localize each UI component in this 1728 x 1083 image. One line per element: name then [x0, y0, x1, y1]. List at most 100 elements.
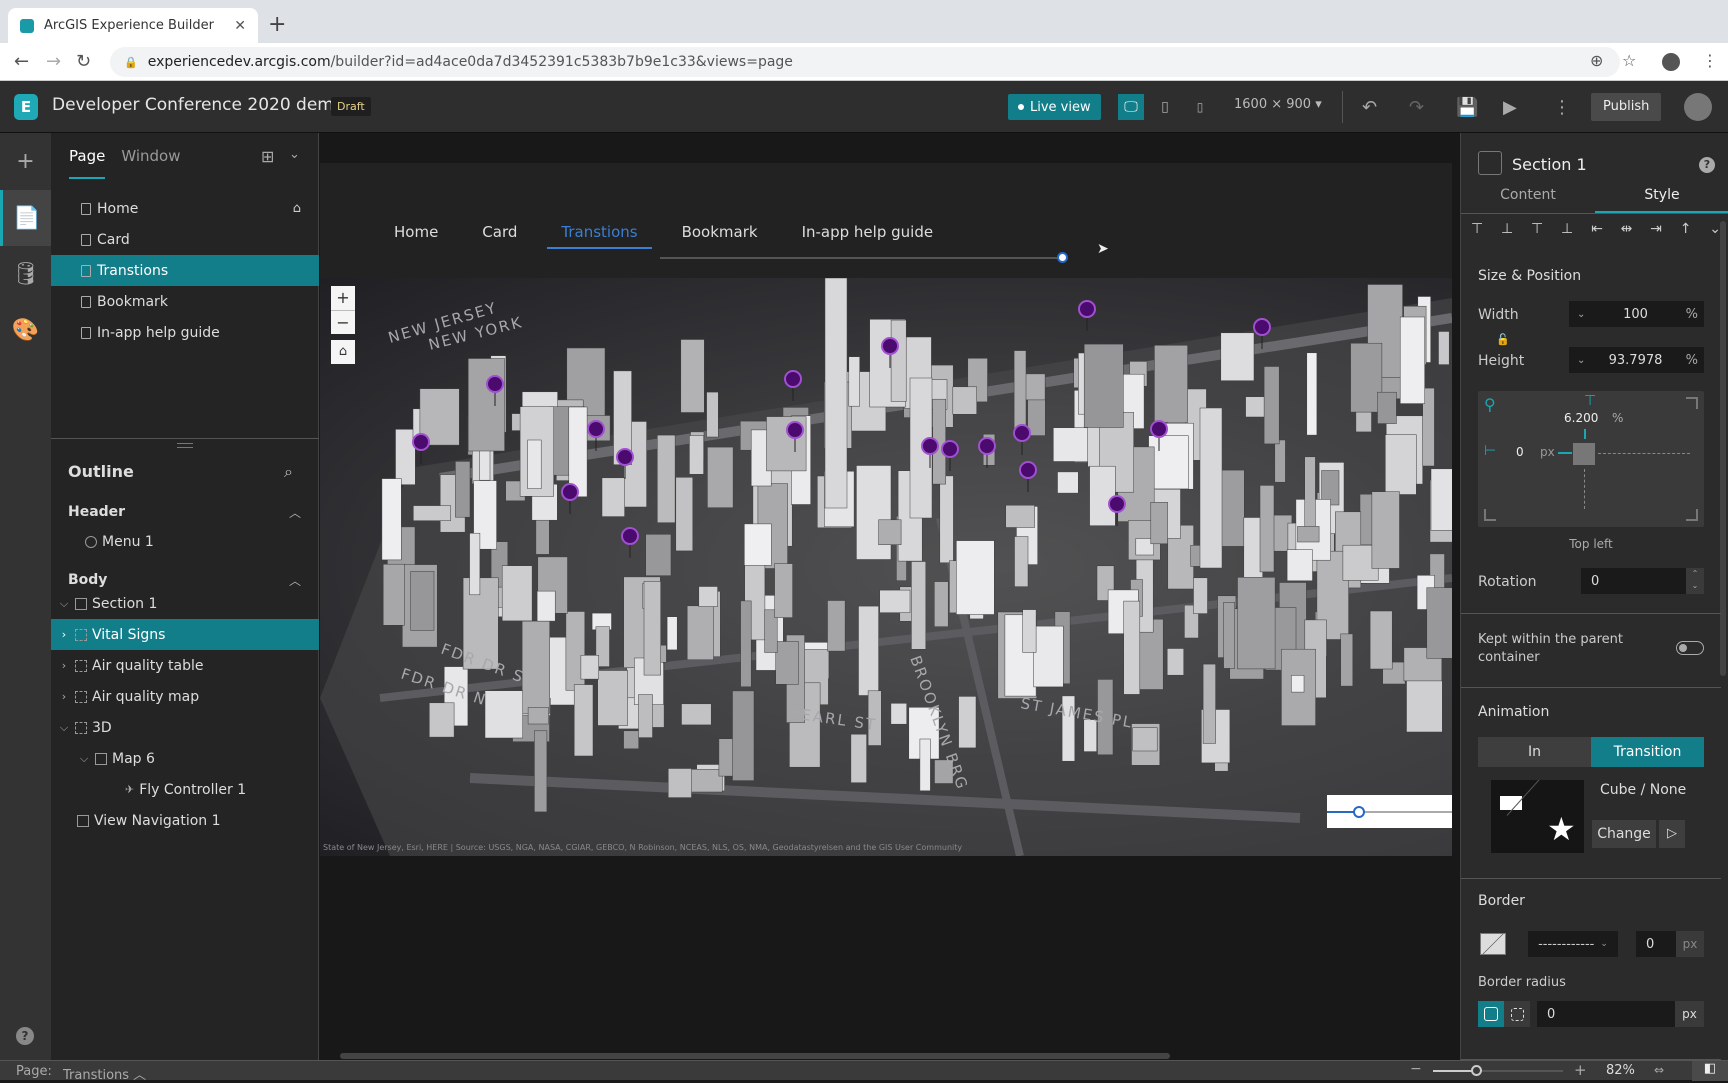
page-icon[interactable]: 📄: [0, 190, 51, 246]
border-width-input[interactable]: 0: [1636, 931, 1676, 957]
align-middle-icon[interactable]: ⊥: [1501, 221, 1513, 237]
home-view-button[interactable]: ⌂: [331, 340, 355, 364]
distribute-vertical-icon[interactable]: ⊥: [1561, 221, 1573, 237]
chevron-right-icon[interactable]: ›: [55, 690, 73, 703]
new-tab-button[interactable]: +: [268, 12, 286, 37]
browser-menu-icon[interactable]: ⋮: [1702, 51, 1718, 70]
rotation-stepper[interactable]: ⌃ ⌄: [1686, 568, 1704, 594]
nav-card[interactable]: Card: [468, 223, 531, 249]
zoom-in-icon[interactable]: +: [1574, 1061, 1587, 1079]
tab-window[interactable]: Window: [121, 147, 180, 179]
add-page-icon[interactable]: ⊞: [261, 147, 274, 166]
kept-within-toggle[interactable]: [1676, 641, 1704, 655]
close-tab-icon[interactable]: ✕: [234, 18, 246, 34]
save-icon[interactable]: 💾: [1456, 97, 1478, 118]
outline-item-air-quality-map[interactable]: › Air quality map: [51, 681, 319, 712]
search-icon[interactable]: ⌕: [284, 462, 293, 482]
nav-bookmark[interactable]: Bookmark: [668, 223, 772, 249]
anchor-pin-icon[interactable]: ⚲: [1484, 395, 1496, 414]
slider-thumb[interactable]: [1353, 806, 1365, 818]
panel-splitter[interactable]: [51, 438, 319, 439]
page-item-card[interactable]: Card: [51, 224, 319, 255]
fly-controller-slider[interactable]: [1327, 795, 1452, 828]
zoom-lens-icon[interactable]: ⊕: [1590, 51, 1603, 70]
rotation-input[interactable]: 0 ⌃ ⌄: [1581, 568, 1704, 594]
help-icon[interactable]: ?: [1699, 157, 1715, 173]
chevron-up-icon[interactable]: ︿: [289, 572, 301, 589]
more-options-icon[interactable]: ⋮: [1553, 97, 1571, 118]
nav-help-guide[interactable]: In-app help guide: [788, 223, 947, 249]
chevron-right-icon[interactable]: ›: [55, 628, 73, 641]
corner-top-right[interactable]: [1686, 397, 1698, 409]
help-icon[interactable]: ?: [16, 1027, 34, 1045]
chevron-down-icon[interactable]: ⌵: [55, 597, 73, 611]
zoom-slider-thumb[interactable]: [1471, 1065, 1482, 1076]
chevron-up-icon[interactable]: ︿: [289, 504, 301, 521]
live-view-button[interactable]: Live view: [1008, 94, 1101, 120]
align-bottom-icon[interactable]: ⊤: [1531, 221, 1543, 237]
aspect-lock-icon[interactable]: 🔓: [1496, 333, 1510, 346]
animation-in-button[interactable]: In: [1478, 737, 1591, 767]
outline-item-3d[interactable]: ⌵ 3D: [51, 712, 319, 743]
section-view-slider-thumb[interactable]: [1057, 252, 1068, 263]
tablet-view-button[interactable]: ▯: [1152, 94, 1178, 120]
outline-item-fly-controller[interactable]: ✈ Fly Controller 1: [51, 774, 319, 805]
border-color-swatch[interactable]: [1480, 933, 1506, 955]
page-item-help-guide[interactable]: In-app help guide: [51, 317, 319, 348]
play-preview-icon[interactable]: ▷: [1659, 820, 1685, 848]
unit-dropdown-chevron-icon[interactable]: ⌄: [1577, 355, 1585, 366]
unit-dropdown-chevron-icon[interactable]: ⌄: [1577, 309, 1585, 320]
zoom-out-icon[interactable]: −: [1410, 1061, 1422, 1077]
align-center-icon[interactable]: ⇹: [1621, 221, 1633, 237]
canvas-horizontal-scrollbar[interactable]: [340, 1053, 1170, 1059]
reload-icon[interactable]: ↻: [76, 51, 91, 72]
border-style-select[interactable]: ------------ ⌄: [1528, 931, 1618, 957]
outline-item-menu[interactable]: Menu 1: [51, 526, 319, 557]
mobile-view-button[interactable]: ▯: [1187, 94, 1213, 120]
align-top-icon[interactable]: ⊤: [1471, 221, 1483, 237]
zoom-out-button[interactable]: −: [331, 310, 355, 334]
outline-item-air-quality-table[interactable]: › Air quality table: [51, 650, 319, 681]
data-icon[interactable]: 🛢: [0, 246, 51, 302]
position-anchor-widget[interactable]: ⚲ ⊤ 6.200 % ⊢ 0 px: [1478, 391, 1704, 527]
zoom-slider-track[interactable]: [1433, 1070, 1563, 1072]
fit-to-screen-icon[interactable]: ⇔: [1654, 1063, 1664, 1077]
nav-transtions[interactable]: Transtions: [547, 223, 652, 249]
resize-grip-icon[interactable]: [177, 443, 193, 448]
outline-item-map-6[interactable]: ⌵ Map 6: [51, 743, 319, 774]
chevron-down-icon[interactable]: ⌵: [55, 721, 73, 735]
align-top-edge-icon[interactable]: ↑: [1680, 221, 1692, 237]
map-3d-scene[interactable]: NEW JERSEY NEW YORK FDR DR N FDR DR S PEARL …: [320, 278, 1452, 856]
page-item-home[interactable]: Home ⌂: [51, 193, 319, 224]
radius-uniform-button[interactable]: [1478, 1001, 1504, 1027]
zoom-in-button[interactable]: +: [331, 286, 355, 310]
page-status-selector[interactable]: Transtions ︿: [63, 1064, 146, 1083]
insert-widget-icon[interactable]: +: [0, 133, 51, 189]
desktop-view-button[interactable]: 🖵: [1118, 94, 1144, 120]
outline-item-vital-signs[interactable]: › Vital Signs: [51, 619, 319, 650]
user-avatar[interactable]: [1684, 93, 1712, 121]
url-field[interactable]: 🔒 experiencedev.arcgis.com/builder?id=ad…: [110, 47, 1620, 77]
left-offset-value[interactable]: 0: [1516, 445, 1524, 459]
page-item-bookmark[interactable]: Bookmark: [51, 286, 319, 317]
section-view-slider-track[interactable]: [660, 257, 1062, 259]
profile-icon[interactable]: [1662, 53, 1680, 71]
redo-icon[interactable]: ↷: [1409, 97, 1424, 118]
height-input[interactable]: ⌄ 93.7978 %: [1569, 347, 1704, 373]
align-right-icon[interactable]: ⇥: [1650, 221, 1662, 237]
forward-icon[interactable]: →: [46, 51, 61, 72]
tab-page[interactable]: Page: [69, 147, 106, 179]
browser-tab[interactable]: ArcGIS Experience Builder ✕: [8, 8, 258, 43]
chevron-right-icon[interactable]: ›: [55, 659, 73, 672]
nav-home[interactable]: Home: [380, 223, 452, 249]
tab-style[interactable]: Style: [1595, 187, 1728, 213]
outline-item-section-1[interactable]: ⌵ Section 1: [51, 588, 319, 619]
toggle-panel-icon[interactable]: ◧: [1692, 1061, 1728, 1081]
resolution-dropdown[interactable]: 1600 × 900 ▾: [1234, 97, 1322, 112]
change-animation-button[interactable]: Change: [1592, 820, 1656, 848]
chevron-down-icon[interactable]: ⌵: [75, 752, 93, 766]
chevron-down-icon[interactable]: ⌄: [289, 147, 300, 162]
bookmark-star-icon[interactable]: ☆: [1622, 51, 1636, 70]
page-item-transtions[interactable]: Transtions: [51, 255, 319, 286]
animation-transition-button[interactable]: Transition: [1591, 737, 1704, 767]
